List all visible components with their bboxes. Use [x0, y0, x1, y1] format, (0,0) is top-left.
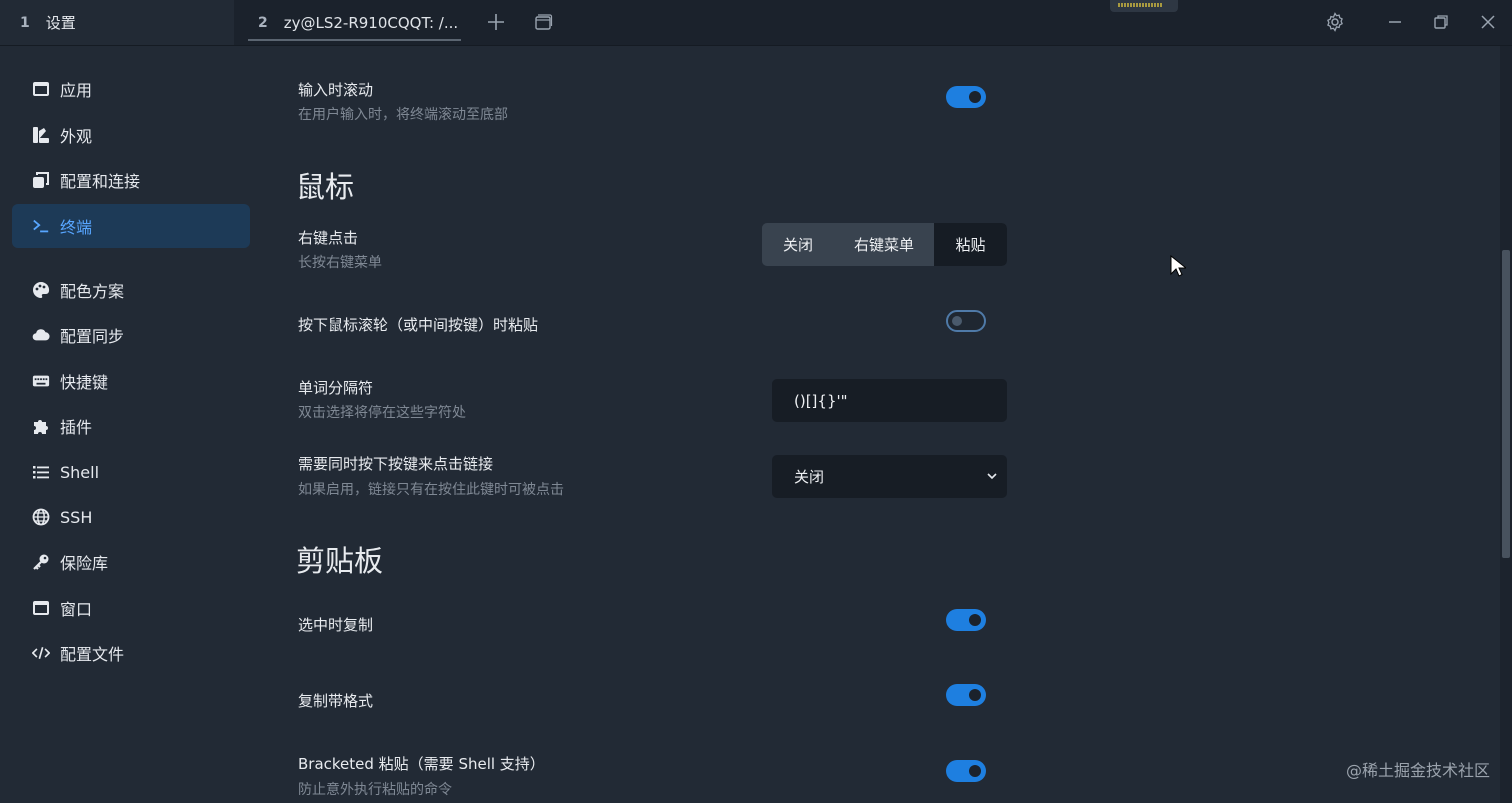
- gear-icon[interactable]: [1325, 12, 1345, 32]
- scrollbar-thumb[interactable]: [1502, 250, 1510, 558]
- tab-number: 1: [20, 14, 30, 31]
- tab-terminal-session[interactable]: 2 zy@LS2-R910CQQT: /...: [236, 0, 461, 45]
- sidebar-item-label: 配置文件: [60, 645, 125, 664]
- tab-progress-underline: [248, 39, 461, 41]
- sidebar-item-color-scheme[interactable]: 配色方案: [12, 268, 250, 312]
- plus-icon[interactable]: [486, 12, 506, 32]
- sidebar-item-label: 配色方案: [60, 282, 125, 301]
- sidebar-item-label: 插件: [60, 418, 93, 437]
- sidebar-item-hotkeys[interactable]: 快捷键: [12, 359, 250, 403]
- middle-click-paste-toggle[interactable]: [946, 310, 986, 332]
- copy-with-formatting-toggle[interactable]: [946, 684, 986, 706]
- appearance-icon: [32, 126, 50, 144]
- chevron-down-icon: [987, 473, 997, 480]
- puzzle-icon: [32, 417, 50, 435]
- sidebar-item-plugins[interactable]: 插件: [12, 404, 250, 448]
- right-click-segmented-control: 关闭 右键菜单 粘贴: [762, 223, 1007, 266]
- section-clipboard-heading: 剪贴板: [296, 544, 384, 578]
- bracketed-paste-title: Bracketed 粘贴（需要 Shell 支持）: [298, 755, 545, 773]
- sidebar-item-label: 配置和连接: [60, 172, 141, 191]
- window-icon: [32, 599, 50, 617]
- activity-indicator: [1110, 0, 1178, 12]
- keyboard-icon: [32, 372, 50, 390]
- sidebar-item-label: 窗口: [60, 600, 93, 619]
- link-modifier-value: 关闭: [794, 468, 825, 486]
- middle-click-paste-title: 按下鼠标滚轮（或中间按键）时粘贴: [298, 316, 539, 334]
- right-click-option-menu[interactable]: 右键菜单: [834, 223, 934, 266]
- mouse-pointer-icon: [1170, 255, 1186, 277]
- link-modifier-desc: 如果启用，链接只有在按住此键时可被点击: [298, 482, 564, 498]
- globe-icon: [32, 508, 50, 526]
- sidebar-item-label: 终端: [60, 218, 93, 237]
- sidebar-item-label: Shell: [60, 462, 100, 482]
- sidebar-item-label: SSH: [60, 507, 93, 527]
- word-separators-title: 单词分隔符: [298, 379, 374, 397]
- title-bar: 1 设置 2 zy@LS2-R910CQQT: /...: [0, 0, 1512, 46]
- copy-with-formatting-title: 复制带格式: [298, 692, 374, 710]
- settings-sidebar: 应用 外观 配置和连接 终端 配色方案 配置同步 快捷键 插件 Shell SS…: [0, 46, 262, 803]
- scroll-on-input-title: 输入时滚动: [298, 81, 374, 99]
- sidebar-item-config-file[interactable]: 配置文件: [12, 631, 250, 675]
- close-icon[interactable]: [1478, 12, 1498, 32]
- sidebar-item-label: 保险库: [60, 554, 109, 573]
- app-window-icon: [32, 80, 50, 98]
- sidebar-item-label: 外观: [60, 127, 93, 146]
- tab-label: zy@LS2-R910CQQT: /...: [283, 13, 459, 32]
- word-separators-desc: 双击选择将停在这些字符处: [298, 405, 466, 421]
- bracketed-paste-toggle[interactable]: [946, 760, 986, 782]
- sidebar-item-label: 应用: [60, 81, 93, 100]
- link-modifier-select[interactable]: 关闭: [772, 455, 1007, 498]
- minimize-icon[interactable]: [1385, 12, 1405, 32]
- section-mouse-heading: 鼠标: [296, 170, 355, 204]
- sidebar-item-shell[interactable]: Shell: [12, 450, 250, 494]
- window-stack-icon[interactable]: [533, 12, 553, 32]
- tab-label: 设置: [45, 14, 76, 32]
- right-click-title: 右键点击: [298, 229, 359, 247]
- sidebar-item-appearance[interactable]: 外观: [12, 113, 250, 157]
- list-icon: [32, 463, 50, 481]
- scroll-on-input-toggle[interactable]: [946, 86, 986, 108]
- key-icon: [32, 553, 50, 571]
- terminal-icon: [32, 217, 50, 235]
- tab-settings[interactable]: 1 设置: [0, 0, 234, 45]
- sidebar-item-terminal[interactable]: 终端: [12, 204, 250, 248]
- palette-icon: [32, 281, 50, 299]
- sidebar-item-window[interactable]: 窗口: [12, 586, 250, 630]
- copy-on-select-title: 选中时复制: [298, 616, 374, 634]
- sidebar-item-label: 快捷键: [60, 373, 109, 392]
- tab-number: 2: [258, 14, 268, 31]
- sidebar-item-ssh[interactable]: SSH: [12, 495, 250, 539]
- cloud-icon: [32, 326, 50, 344]
- code-icon: [32, 644, 50, 662]
- copy-on-select-toggle[interactable]: [946, 609, 986, 631]
- link-modifier-title: 需要同时按下按键来点击链接: [298, 455, 494, 473]
- bracketed-paste-desc: 防止意外执行粘贴的命令: [298, 782, 452, 798]
- sidebar-item-profiles[interactable]: 配置和连接: [12, 158, 250, 202]
- right-click-option-off[interactable]: 关闭: [762, 223, 834, 266]
- restore-icon[interactable]: [1431, 12, 1451, 32]
- profiles-icon: [32, 171, 50, 189]
- terminal-settings-panel: 输入时滚动 在用户输入时，将终端滚动至底部 鼠标 右键点击 长按右键菜单 关闭 …: [262, 46, 1500, 803]
- sidebar-item-sync[interactable]: 配置同步: [12, 313, 250, 357]
- sidebar-item-vault[interactable]: 保险库: [12, 540, 250, 584]
- sidebar-item-label: 配置同步: [60, 327, 125, 346]
- scroll-on-input-desc: 在用户输入时，将终端滚动至底部: [298, 107, 508, 123]
- right-click-option-paste[interactable]: 粘贴: [934, 223, 1007, 266]
- right-click-desc: 长按右键菜单: [298, 255, 382, 271]
- watermark: @稀土掘金技术社区: [1345, 761, 1490, 780]
- vertical-scrollbar[interactable]: [1500, 46, 1512, 803]
- sidebar-item-application[interactable]: 应用: [12, 67, 250, 111]
- word-separators-input[interactable]: ()[]{}'": [772, 379, 1007, 422]
